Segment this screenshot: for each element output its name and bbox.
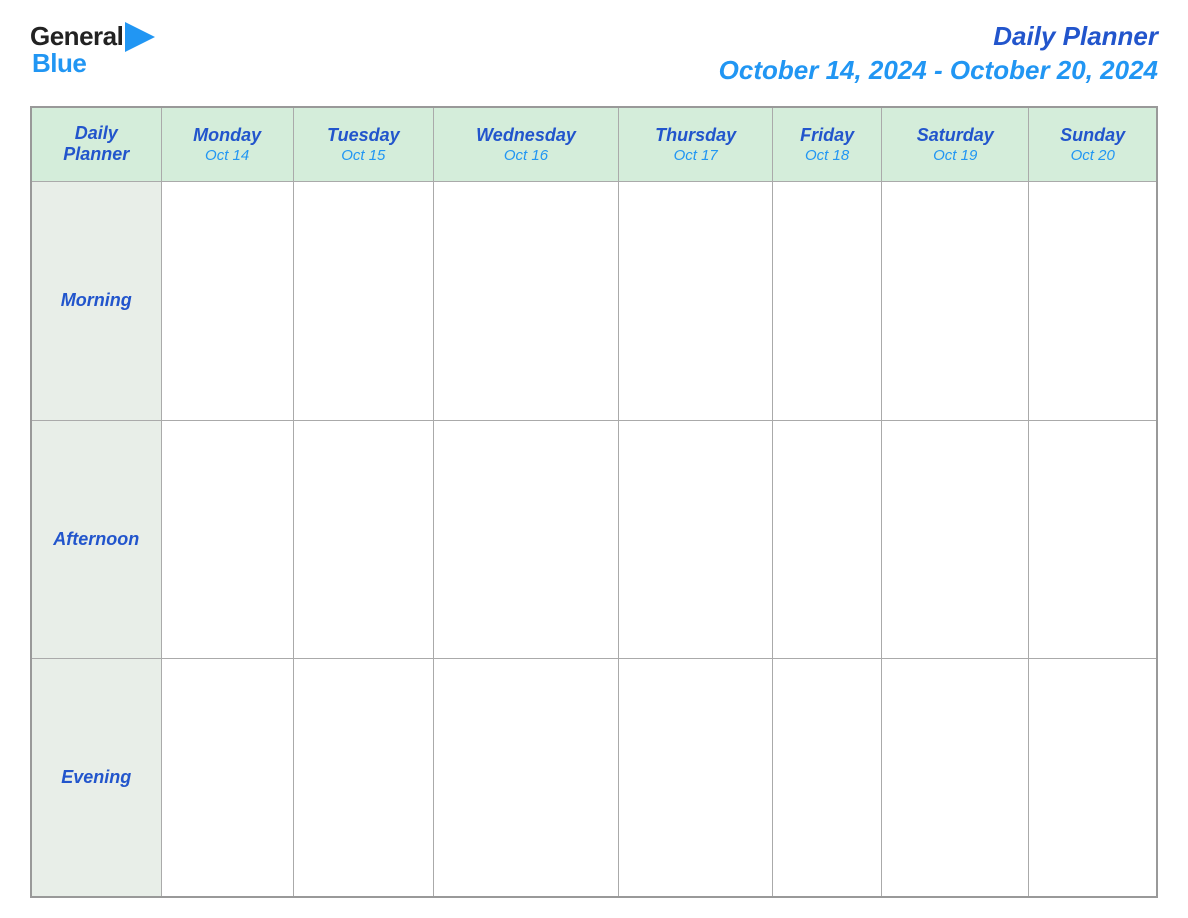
cell-morning-sat[interactable] [882,182,1029,420]
col-3-date: Oct 16 [439,147,613,164]
header-cell-wed: Wednesday Oct 16 [433,107,618,182]
cell-evening-thu[interactable] [619,659,773,897]
planner-table: Daily Planner Monday Oct 14 Tuesday Oct … [30,106,1158,898]
col-1-date: Oct 14 [167,147,288,164]
col-5-date: Oct 18 [778,147,876,164]
cell-evening-sun[interactable] [1029,659,1157,897]
cell-morning-tue[interactable] [293,182,433,420]
col-4-day: Thursday [624,125,767,147]
header-cell-sat: Saturday Oct 19 [882,107,1029,182]
cell-afternoon-sat[interactable] [882,420,1029,658]
cell-morning-sun[interactable] [1029,182,1157,420]
header-row: Daily Planner Monday Oct 14 Tuesday Oct … [31,107,1157,182]
title-section: Daily Planner October 14, 2024 - October… [719,20,1158,88]
col-7-date: Oct 20 [1034,147,1151,164]
col-0-day: Daily [37,123,156,145]
cell-evening-mon[interactable] [161,659,293,897]
logo-text-blue: Blue [32,48,86,79]
col-2-day: Tuesday [299,125,428,147]
col-3-day: Wednesday [439,125,613,147]
cell-morning-wed[interactable] [433,182,618,420]
header-cell-sun: Sunday Oct 20 [1029,107,1157,182]
cell-afternoon-fri[interactable] [773,420,882,658]
cell-evening-sat[interactable] [882,659,1029,897]
header-cell-thu: Thursday Oct 17 [619,107,773,182]
label-evening: Evening [31,659,161,897]
cell-afternoon-thu[interactable] [619,420,773,658]
cell-evening-fri[interactable] [773,659,882,897]
logo: General Blue [30,20,155,79]
col-6-day: Saturday [887,125,1023,147]
cell-morning-mon[interactable] [161,182,293,420]
cell-afternoon-sun[interactable] [1029,420,1157,658]
col-6-date: Oct 19 [887,147,1023,164]
col-4-date: Oct 17 [624,147,767,164]
cell-afternoon-mon[interactable] [161,420,293,658]
table-row-evening: Evening [31,659,1157,897]
logo-text-general: General [30,21,123,52]
col-2-date: Oct 15 [299,147,428,164]
header-cell-mon: Monday Oct 14 [161,107,293,182]
cell-morning-fri[interactable] [773,182,882,420]
label-afternoon: Afternoon [31,420,161,658]
cell-evening-wed[interactable] [433,659,618,897]
page: General Blue Daily Planner October 14, 2… [0,0,1188,918]
cell-afternoon-tue[interactable] [293,420,433,658]
cell-evening-tue[interactable] [293,659,433,897]
header: General Blue Daily Planner October 14, 2… [30,20,1158,88]
title-main: Daily Planner [719,20,1158,54]
col-5-day: Friday [778,125,876,147]
col-0-day2: Planner [37,144,156,166]
header-cell-label: Daily Planner [31,107,161,182]
col-7-day: Sunday [1034,125,1151,147]
header-cell-fri: Friday Oct 18 [773,107,882,182]
table-row-afternoon: Afternoon [31,420,1157,658]
logo-arrow-icon [125,22,155,52]
cell-afternoon-wed[interactable] [433,420,618,658]
cell-morning-thu[interactable] [619,182,773,420]
table-row-morning: Morning [31,182,1157,420]
header-cell-tue: Tuesday Oct 15 [293,107,433,182]
col-1-day: Monday [167,125,288,147]
label-morning: Morning [31,182,161,420]
title-sub: October 14, 2024 - October 20, 2024 [719,54,1158,88]
